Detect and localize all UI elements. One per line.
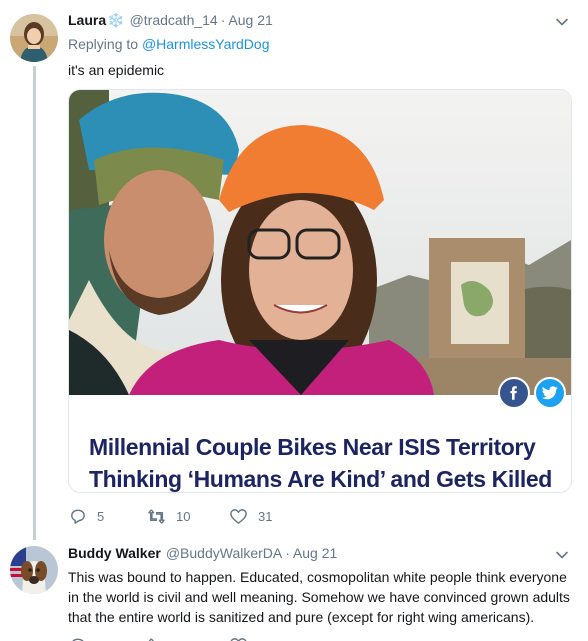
author-name[interactable]: Buddy Walker	[68, 545, 161, 561]
replying-to: Replying to @HarmlessYardDog	[68, 36, 269, 52]
separator: ·	[285, 545, 290, 561]
author-handle[interactable]: @tradcath_14	[130, 12, 218, 28]
link-card[interactable]: Millennial Couple Bikes Near ISIS Territ…	[68, 89, 572, 493]
tweet[interactable]: Laura❄️ @tradcath_14 · Aug 21 Replying to @…	[0, 0, 588, 541]
retweet-button[interactable]: 10	[147, 507, 190, 526]
heart-icon	[230, 638, 247, 641]
tweet-date[interactable]: Aug 21	[293, 545, 337, 561]
twitter-share-button[interactable]	[534, 377, 566, 409]
retweet-button[interactable]	[147, 636, 166, 641]
like-button[interactable]	[229, 636, 248, 641]
tweet-text: it's an epidemic	[68, 62, 165, 78]
tweet[interactable]: Buddy Walker @BuddyWalkerDA · Aug 21 This w…	[0, 541, 588, 641]
reply-button[interactable]	[68, 636, 87, 641]
tweet-date[interactable]: Aug 21	[228, 12, 272, 28]
facebook-icon	[510, 386, 517, 400]
like-count: 31	[258, 509, 273, 524]
heart-icon	[230, 509, 247, 524]
avatar[interactable]	[10, 546, 58, 594]
snowflake-icon: ❄️	[107, 12, 125, 28]
card-title[interactable]: Millennial Couple Bikes Near ISIS Territ…	[89, 431, 552, 492]
author-handle[interactable]: @BuddyWalkerDA	[166, 545, 282, 561]
separator: ·	[220, 12, 226, 28]
card-image	[69, 90, 571, 395]
like-button[interactable]: 31	[229, 507, 272, 526]
avatar[interactable]	[10, 14, 58, 62]
reply-count: 5	[97, 509, 105, 524]
facebook-share-button[interactable]	[498, 377, 530, 409]
chevron-down-icon[interactable]	[554, 547, 570, 563]
retweet-count: 10	[176, 509, 191, 524]
twitter-icon	[542, 386, 558, 400]
reply-button[interactable]: 5	[68, 507, 104, 526]
retweet-icon	[148, 509, 165, 524]
tweet-header: Laura❄️ @tradcath_14 · Aug 21	[68, 12, 273, 29]
tweet-header: Buddy Walker @BuddyWalkerDA · Aug 21	[68, 545, 337, 561]
replying-handle[interactable]: @HarmlessYardDog	[142, 36, 270, 52]
reply-icon	[71, 509, 85, 524]
retweet-icon	[148, 638, 154, 641]
tweet-text: This was bound to happen. Educated, cosm…	[68, 569, 570, 625]
replying-prefix: Replying to	[68, 36, 142, 52]
card-title-line: Thinking ‘Humans Are Kind’ and Gets Kill…	[89, 466, 552, 492]
card-title-line: Millennial Couple Bikes Near ISIS Territ…	[89, 434, 536, 460]
author-name[interactable]: Laura	[68, 12, 106, 28]
reply-icon	[72, 638, 84, 641]
chevron-down-icon[interactable]	[554, 14, 570, 30]
